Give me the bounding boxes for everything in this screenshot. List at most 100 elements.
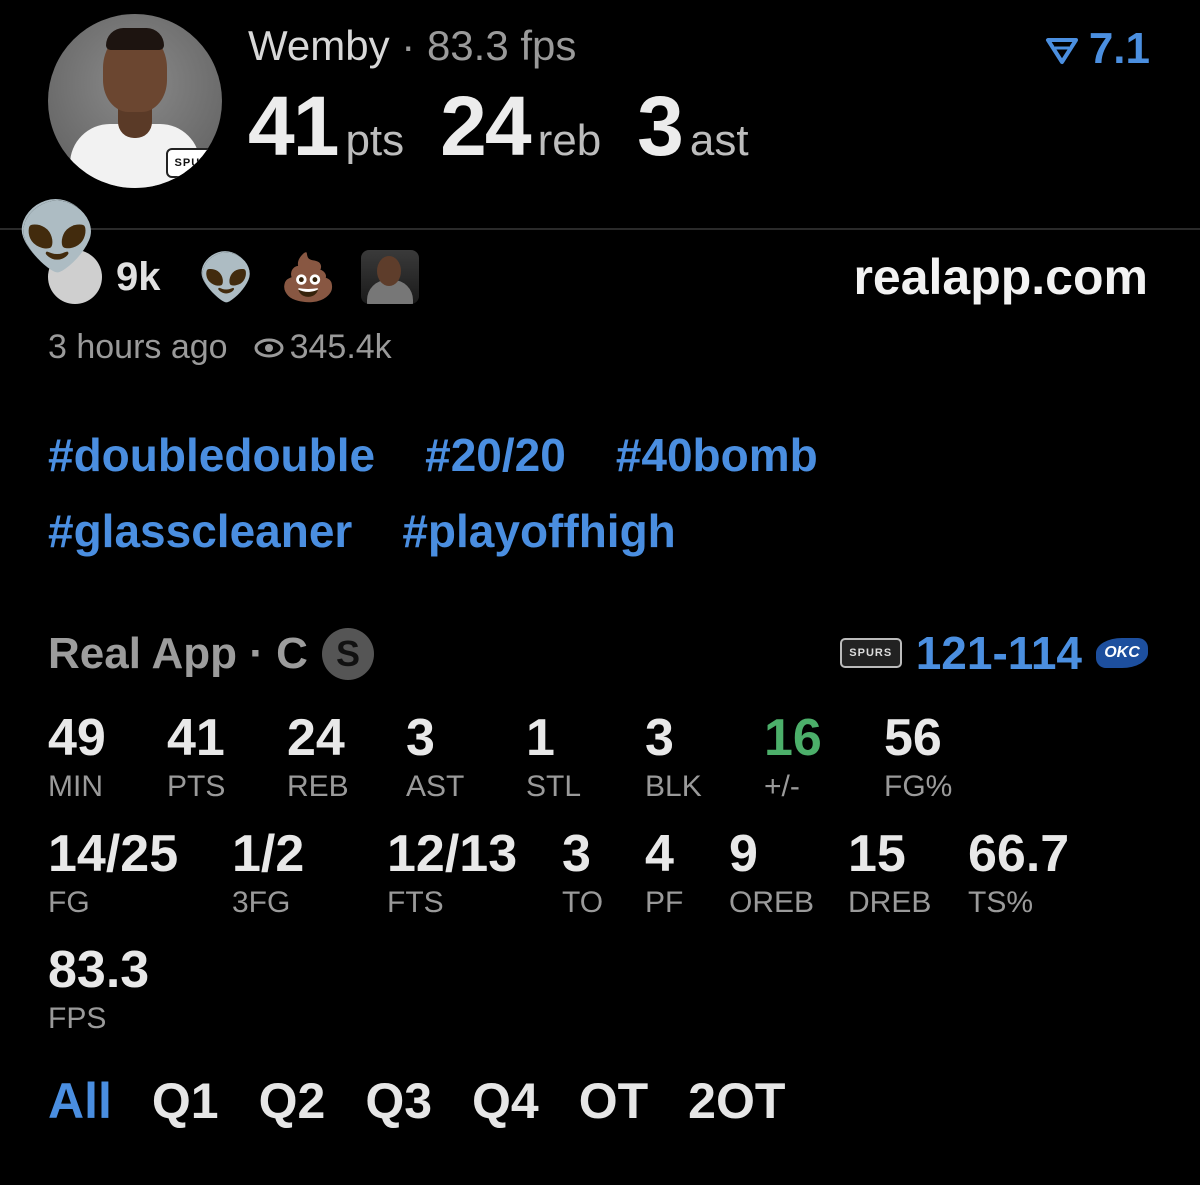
stat-value: 3 xyxy=(645,709,674,767)
okc-logo-icon: OKC xyxy=(1096,638,1148,668)
stat-value: 66.7 xyxy=(968,825,1070,883)
hashtag[interactable]: #20/20 xyxy=(425,428,566,482)
stat-plus-minus: 16 +/- xyxy=(764,708,822,804)
floating-alien-icon: 👽 xyxy=(16,199,99,273)
tab-q4[interactable]: Q4 xyxy=(472,1072,539,1130)
stat-label: AST xyxy=(406,770,465,803)
site-link[interactable]: realapp.com xyxy=(853,248,1148,306)
score-value: 121-114 xyxy=(915,627,1082,679)
headline-reb-unit: reb xyxy=(537,116,602,165)
hashtag[interactable]: #playoffhigh xyxy=(402,504,675,558)
game-score[interactable]: SPURS 121-114 OKC xyxy=(839,626,1148,680)
stat-value: 16 xyxy=(764,709,822,767)
stat-label: REB xyxy=(287,770,349,803)
stat-value: 12/13 xyxy=(387,825,518,883)
stat-min: 49 MIN xyxy=(48,708,106,804)
stat-label: OREB xyxy=(729,886,815,919)
poop-emoji-icon[interactable]: 💩 xyxy=(279,250,339,304)
spurs-logo-icon: SPURS xyxy=(166,148,222,178)
stat-value: 49 xyxy=(48,709,106,767)
stat-label: PTS xyxy=(167,770,226,803)
tab-q1[interactable]: Q1 xyxy=(152,1072,219,1130)
stat-label: STL xyxy=(526,770,582,803)
stat-value: 1/2 xyxy=(232,825,305,883)
stat-value: 14/25 xyxy=(48,825,179,883)
hashtag-list: #doubledouble #20/20 #40bomb #glassclean… xyxy=(48,428,1148,558)
stat-oreb: 9 OREB xyxy=(729,824,814,920)
reactions-row: 9k 👽 💩 xyxy=(48,250,419,304)
hashtag[interactable]: #40bomb xyxy=(616,428,818,482)
stat-label: BLK xyxy=(645,770,702,803)
tab-ot[interactable]: OT xyxy=(579,1072,648,1130)
period-tabs: All Q1 Q2 Q3 Q4 OT 2OT xyxy=(48,1072,785,1130)
stat-value: 1 xyxy=(526,709,555,767)
stat-to: 3 TO xyxy=(562,824,603,920)
tab-q2[interactable]: Q2 xyxy=(259,1072,326,1130)
stat-fps: 83.3 FPS xyxy=(48,940,149,1036)
tab-2ot[interactable]: 2OT xyxy=(688,1072,785,1130)
stat-blk: 3 BLK xyxy=(645,708,702,804)
player-fps: 83.3 fps xyxy=(426,22,577,69)
stat-label: PF xyxy=(645,886,684,919)
stat-dreb: 15 DREB xyxy=(848,824,931,920)
game-source: Real App · C S xyxy=(48,628,374,680)
divider xyxy=(0,228,1200,230)
stat-value: 83.3 xyxy=(48,941,150,999)
stat-value: 15 xyxy=(848,825,906,883)
stat-value: 41 xyxy=(167,709,225,767)
reaction-count: 9k xyxy=(116,254,161,299)
headline-ast-value: 3 xyxy=(637,79,684,173)
tab-q3[interactable]: Q3 xyxy=(365,1072,432,1130)
stat-label: TS% xyxy=(968,886,1034,919)
stat-label: 3FG xyxy=(232,886,291,919)
tab-all[interactable]: All xyxy=(48,1072,112,1130)
stat-ast: 3 AST xyxy=(406,708,464,804)
eye-icon xyxy=(254,338,284,357)
stat-value: 3 xyxy=(562,825,591,883)
alien-emoji-icon[interactable]: 👽 xyxy=(197,250,257,304)
spurs-logo-icon: SPURS xyxy=(839,638,902,668)
views-count: 345.4k xyxy=(254,328,392,367)
player-name-line: Wemby · 83.3 fps xyxy=(248,22,576,70)
stat-label: TO xyxy=(562,886,604,919)
stat-3fg: 1/2 3FG xyxy=(232,824,304,920)
player-avatar[interactable]: SPURS xyxy=(48,14,222,188)
rating-value: 7.1 xyxy=(1088,24,1150,73)
post-meta: 3 hours ago 345.4k xyxy=(48,328,392,367)
stat-stl: 1 STL xyxy=(526,708,581,804)
stat-fg: 14/25 FG xyxy=(48,824,178,920)
stat-reb: 24 REB xyxy=(287,708,349,804)
stat-value: 3 xyxy=(406,709,435,767)
user-photo-reaction[interactable] xyxy=(360,250,419,304)
rating-badge[interactable]: 7.1 xyxy=(1045,24,1150,74)
stat-ts-pct: 66.7 TS% xyxy=(968,824,1069,920)
stat-fts: 12/13 FTS xyxy=(387,824,517,920)
stat-label: DREB xyxy=(848,886,932,919)
stat-pf: 4 PF xyxy=(645,824,683,920)
headline-pts-unit: pts xyxy=(345,116,405,165)
headline-pts-value: 41 xyxy=(248,79,339,173)
stat-value: 24 xyxy=(287,709,345,767)
stat-value: 56 xyxy=(884,709,942,767)
player-name[interactable]: Wemby xyxy=(248,22,390,69)
stat-label: FG xyxy=(48,886,90,919)
headline-stats: 41 pts 24 reb 3 ast xyxy=(248,78,785,175)
post-time: 3 hours ago xyxy=(48,328,228,366)
source-label: Real App · C xyxy=(48,629,308,678)
stat-fg-pct: 56 FG% xyxy=(884,708,952,804)
headline-ast-unit: ast xyxy=(689,116,749,165)
headline-reb-value: 24 xyxy=(440,79,531,173)
stat-label: +/- xyxy=(764,770,800,803)
stat-label: FTS xyxy=(387,886,444,919)
stat-value: 4 xyxy=(645,825,674,883)
photo-face xyxy=(376,256,401,286)
position-badge: S xyxy=(321,628,374,680)
rating-chevron-icon xyxy=(1045,38,1078,64)
hashtag[interactable]: #doubledouble xyxy=(48,428,375,482)
stat-value: 9 xyxy=(729,825,758,883)
avatar-hair xyxy=(106,28,164,50)
stat-label: MIN xyxy=(48,770,103,803)
hashtag[interactable]: #glasscleaner xyxy=(48,504,352,558)
separator: · xyxy=(401,22,416,69)
views-value: 345.4k xyxy=(289,328,392,366)
